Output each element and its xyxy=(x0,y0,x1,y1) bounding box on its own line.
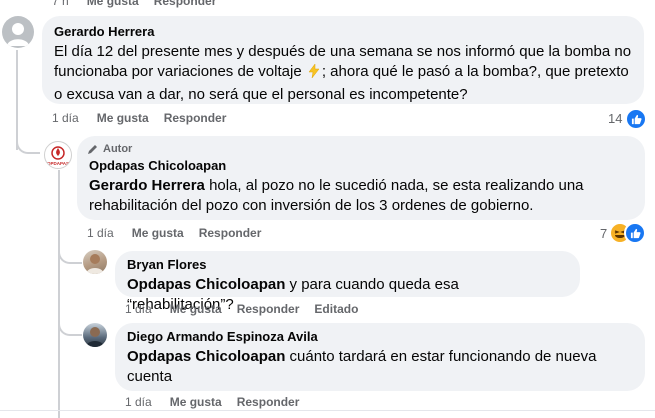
like-button[interactable]: Me gusta xyxy=(97,111,149,125)
like-button[interactable]: Me gusta xyxy=(170,302,222,316)
mention-link[interactable]: Opdapas Chicoloapan xyxy=(127,348,285,365)
like-button[interactable]: Me gusta xyxy=(132,226,184,240)
like-icon[interactable] xyxy=(624,222,646,244)
thread-curve xyxy=(16,140,40,154)
comment-author[interactable]: Gerardo Herrera xyxy=(54,24,632,40)
lightning-emoji-icon xyxy=(306,63,322,85)
reaction-count[interactable]: 14 xyxy=(608,111,622,126)
comment-actions: 1 día Me gusta Responder xyxy=(125,395,314,409)
comment-author[interactable]: Bryan Flores xyxy=(127,257,568,273)
comment-time[interactable]: 1 día xyxy=(125,302,152,316)
comment-text: El día 12 del presente mes y después de … xyxy=(54,43,632,103)
thread-line xyxy=(16,50,18,150)
avatar-bryan[interactable] xyxy=(83,250,107,274)
mention-link[interactable]: Gerardo Herrera xyxy=(89,177,205,194)
comment-bubble: Gerardo Herrera El día 12 del presente m… xyxy=(42,16,644,104)
comment-time[interactable]: 1 día xyxy=(87,226,114,240)
edited-label: Editado xyxy=(314,302,359,316)
avatar-diego[interactable] xyxy=(83,323,107,347)
prev-comment-actions: 7 h Me gusta Responder xyxy=(52,0,231,8)
opdapas-logo-icon: OPDAPAS xyxy=(47,146,69,166)
reply-button[interactable]: Responder xyxy=(199,226,262,240)
comment-actions: 1 día Me gusta Responder xyxy=(52,111,241,125)
comment-bubble-author: Autor Opdapas Chicoloapan Gerardo Herrer… xyxy=(77,136,645,220)
reply-button[interactable]: Responder xyxy=(154,0,217,8)
comment-time[interactable]: 1 día xyxy=(52,111,79,125)
reaction-count[interactable]: 7 xyxy=(600,226,607,241)
author-badge: Autor xyxy=(87,142,633,156)
comment-text: Opdapas Chicoloapan cuánto tardará en es… xyxy=(127,348,597,385)
mention-link[interactable]: Opdapas Chicoloapan xyxy=(127,276,285,293)
avatar-default[interactable] xyxy=(2,16,34,48)
reply-button[interactable]: Responder xyxy=(164,111,227,125)
like-button[interactable]: Me gusta xyxy=(87,0,139,8)
pencil-icon xyxy=(88,145,97,154)
comment-time[interactable]: 7 h xyxy=(52,0,69,8)
thread-line-author xyxy=(58,170,60,418)
person-silhouette-icon xyxy=(7,23,29,46)
svg-text:OPDAPAS: OPDAPAS xyxy=(47,161,69,166)
comment-time[interactable]: 1 día xyxy=(125,395,152,409)
avatar-opdapas[interactable]: OPDAPAS xyxy=(44,141,72,169)
comment-author[interactable]: Opdapas Chicoloapan xyxy=(89,158,633,174)
thread-curve-reply1 xyxy=(58,240,82,264)
reply-button[interactable]: Responder xyxy=(237,302,300,316)
bottom-divider xyxy=(0,410,655,411)
comment-bubble: Diego Armando Espinoza Avila Opdapas Chi… xyxy=(115,323,645,391)
comment-bubble: Bryan Flores Opdapas Chicoloapan y para … xyxy=(115,251,580,313)
comment-author[interactable]: Diego Armando Espinoza Avila xyxy=(127,329,633,345)
reply-button[interactable]: Responder xyxy=(237,395,300,409)
like-icon[interactable] xyxy=(625,108,647,130)
comment-actions: 1 día Me gusta Responder Editado xyxy=(125,302,373,316)
thread-curve-reply2 xyxy=(58,312,82,336)
comment-actions: 1 día Me gusta Responder xyxy=(87,226,276,240)
profile-photo-icon xyxy=(86,254,104,274)
comment-text: Gerardo Herrera hola, al pozo no le suce… xyxy=(89,177,584,214)
like-button[interactable]: Me gusta xyxy=(170,395,222,409)
profile-photo-icon xyxy=(86,327,104,347)
